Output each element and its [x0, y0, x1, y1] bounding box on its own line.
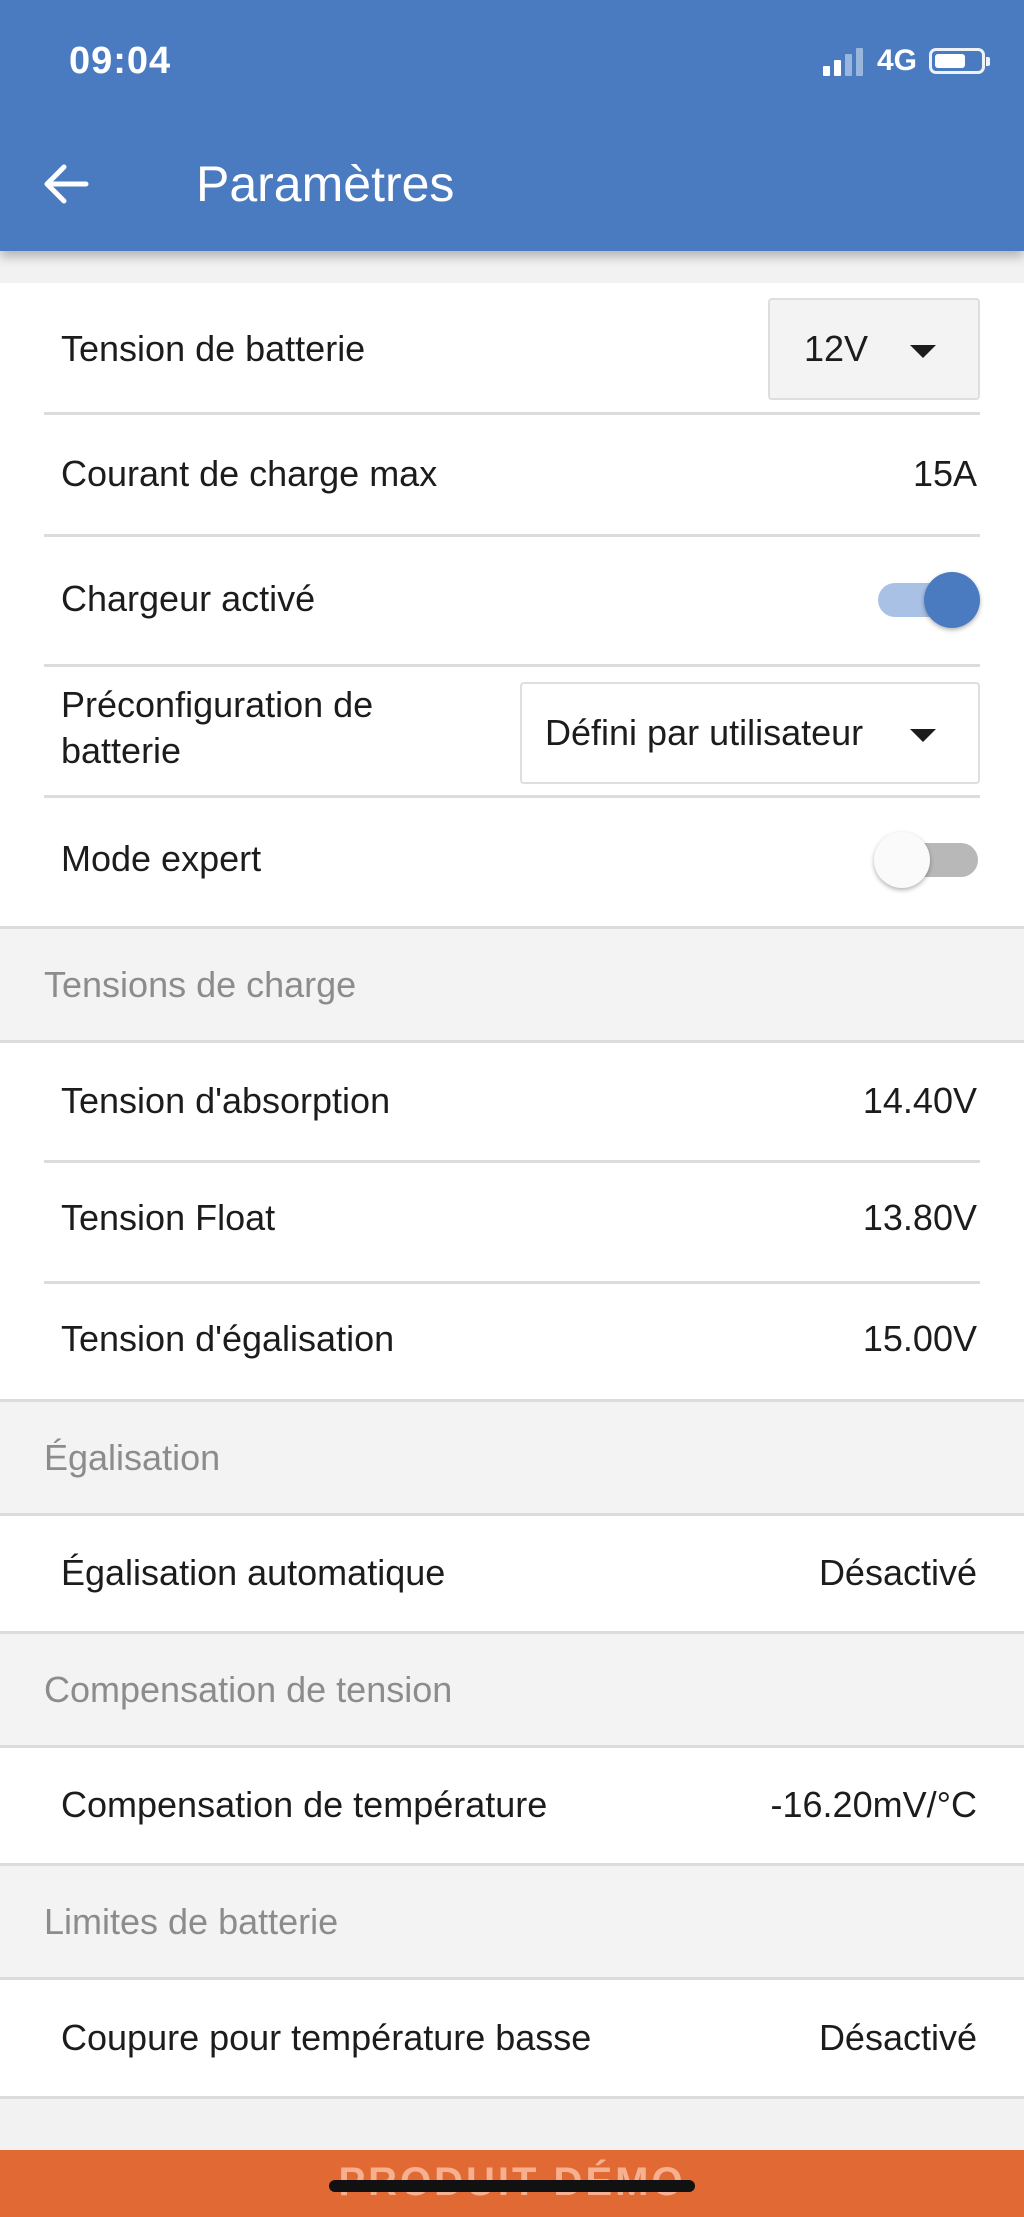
equalization-voltage-row[interactable]: Tension d'égalisation 15.00V	[44, 1281, 980, 1400]
back-arrow-icon[interactable]	[40, 158, 92, 210]
battery-preset-label-line2: batterie	[61, 730, 182, 771]
charge-voltages-panel: Tension d'absorption 14.40V Tension Floa…	[0, 1043, 1024, 1400]
charger-enabled-row: Chargeur activé	[44, 534, 980, 667]
low-temp-cutoff-value: Désactivé	[818, 2017, 977, 2058]
battery-preset-row: Préconfiguration de batterie Défini par …	[44, 664, 980, 798]
section-header-battery-limits: Limites de batterie	[0, 1863, 1024, 1980]
charger-enabled-toggle[interactable]	[876, 571, 980, 628]
chevron-down-icon	[910, 729, 936, 742]
absorption-voltage-row[interactable]: Tension d'absorption 14.40V	[44, 1043, 980, 1163]
settings-panel: Tension de batterie 12V Courant de charg…	[0, 283, 1024, 927]
battery-preset-select[interactable]: Défini par utilisateur	[520, 682, 980, 784]
expert-mode-row: Mode expert	[44, 795, 980, 924]
battery-preset-label: Préconfiguration de batterie	[61, 682, 373, 774]
absorption-voltage-value: 14.40V	[862, 1080, 977, 1121]
battery-icon	[929, 48, 990, 74]
auto-equalization-row[interactable]: Égalisation automatique Désactivé	[44, 1516, 980, 1632]
status-indicators: 4G	[822, 44, 990, 78]
charger-enabled-label: Chargeur activé	[61, 578, 316, 619]
equalization-voltage-value: 15.00V	[862, 1318, 977, 1359]
network-type: 4G	[876, 44, 917, 77]
battery-limits-panel: Coupure pour température basse Désactivé	[0, 1980, 1024, 2099]
float-voltage-label: Tension Float	[61, 1197, 276, 1238]
expert-mode-toggle[interactable]	[874, 831, 980, 888]
max-charge-current-value: 15A	[912, 453, 977, 494]
temperature-compensation-value: -16.20mV/°C	[770, 1784, 977, 1825]
section-title: Compensation de tension	[44, 1669, 453, 1710]
home-indicator[interactable]	[329, 2180, 695, 2192]
page-title: Paramètres	[196, 156, 455, 212]
float-voltage-value: 13.80V	[862, 1197, 977, 1238]
chevron-down-icon	[910, 345, 936, 358]
battery-voltage-label: Tension de batterie	[61, 328, 366, 369]
app-header: 09:04 4G Paramètres	[0, 0, 1024, 251]
voltage-compensation-panel: Compensation de température -16.20mV/°C	[0, 1748, 1024, 1864]
battery-voltage-select[interactable]: 12V	[768, 298, 980, 400]
section-title: Tensions de charge	[44, 964, 357, 1005]
equalization-voltage-label: Tension d'égalisation	[61, 1318, 395, 1359]
section-header-equalization: Égalisation	[0, 1399, 1024, 1516]
low-temp-cutoff-label: Coupure pour température basse	[61, 2017, 592, 2058]
section-title: Limites de batterie	[44, 1901, 339, 1942]
battery-preset-value: Défini par utilisateur	[545, 712, 864, 753]
battery-voltage-value: 12V	[804, 328, 869, 369]
temperature-compensation-row[interactable]: Compensation de température -16.20mV/°C	[44, 1748, 980, 1864]
section-header-charge-voltages: Tensions de charge	[0, 926, 1024, 1043]
float-voltage-row[interactable]: Tension Float 13.80V	[44, 1160, 980, 1284]
max-charge-current-row[interactable]: Courant de charge max 15A	[44, 412, 980, 537]
section-title: Égalisation	[44, 1437, 221, 1478]
auto-equalization-value: Désactivé	[818, 1552, 977, 1593]
auto-equalization-label: Égalisation automatique	[61, 1552, 446, 1593]
section-header-voltage-compensation: Compensation de tension	[0, 1631, 1024, 1748]
battery-voltage-row: Tension de batterie 12V	[44, 283, 980, 415]
temperature-compensation-label: Compensation de température	[61, 1784, 548, 1825]
battery-preset-label-line1: Préconfiguration de	[61, 684, 374, 725]
max-charge-current-label: Courant de charge max	[61, 453, 438, 494]
status-time: 09:04	[69, 40, 172, 82]
expert-mode-label: Mode expert	[61, 838, 262, 879]
low-temp-cutoff-row[interactable]: Coupure pour température basse Désactivé	[44, 1980, 980, 2096]
absorption-voltage-label: Tension d'absorption	[61, 1080, 391, 1121]
equalization-panel: Égalisation automatique Désactivé	[0, 1516, 1024, 1632]
signal-icon	[822, 46, 863, 76]
